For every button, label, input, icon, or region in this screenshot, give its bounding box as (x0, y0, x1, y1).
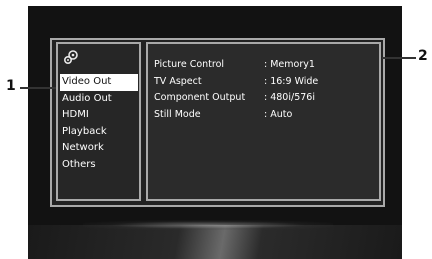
sidebar-item-others[interactable]: Others (60, 157, 138, 174)
setting-label: TV Aspect (154, 75, 202, 87)
sidebar-item-hdmi[interactable]: HDMI (60, 107, 138, 124)
setting-row-component-output[interactable]: Component Output : 480i/576i (154, 90, 379, 107)
setting-value: : Auto (264, 108, 293, 120)
screen-floor-reflection (28, 225, 402, 259)
callout-1: 1 (6, 78, 16, 94)
category-sidebar: Video Out Audio Out HDMI Playback Networ… (56, 42, 141, 201)
sidebar-item-video-out[interactable]: Video Out (60, 74, 138, 91)
setting-row-tv-aspect[interactable]: TV Aspect : 16:9 Wide (154, 74, 379, 91)
setting-row-still-mode[interactable]: Still Mode : Auto (154, 107, 379, 124)
setting-label: Still Mode (154, 108, 201, 120)
setting-row-picture-control[interactable]: Picture Control : Memory1 (154, 57, 379, 74)
screen-gloss-highlight (83, 220, 333, 230)
callout-2-line (382, 57, 416, 59)
sidebar-item-playback[interactable]: Playback (60, 124, 138, 141)
setting-label: Component Output (154, 92, 246, 103)
sidebar-item-network[interactable]: Network (60, 140, 138, 157)
sidebar-item-audio-out[interactable]: Audio Out (60, 91, 138, 108)
setting-value: : 480i/576i (264, 92, 315, 103)
settings-panel: Picture Control : Memory1 TV Aspect : 16… (146, 42, 381, 201)
callout-1-line (20, 87, 56, 89)
settings-list: Picture Control : Memory1 TV Aspect : 16… (154, 57, 379, 123)
gear-icon (62, 48, 80, 66)
setup-menu: Video Out Audio Out HDMI Playback Networ… (50, 38, 385, 207)
category-list: Video Out Audio Out HDMI Playback Networ… (60, 74, 138, 173)
setting-label: Picture Control (154, 59, 225, 70)
setting-value: : 16:9 Wide (264, 75, 319, 87)
callout-2: 2 (418, 48, 428, 64)
setting-value: : Memory1 (264, 59, 315, 70)
